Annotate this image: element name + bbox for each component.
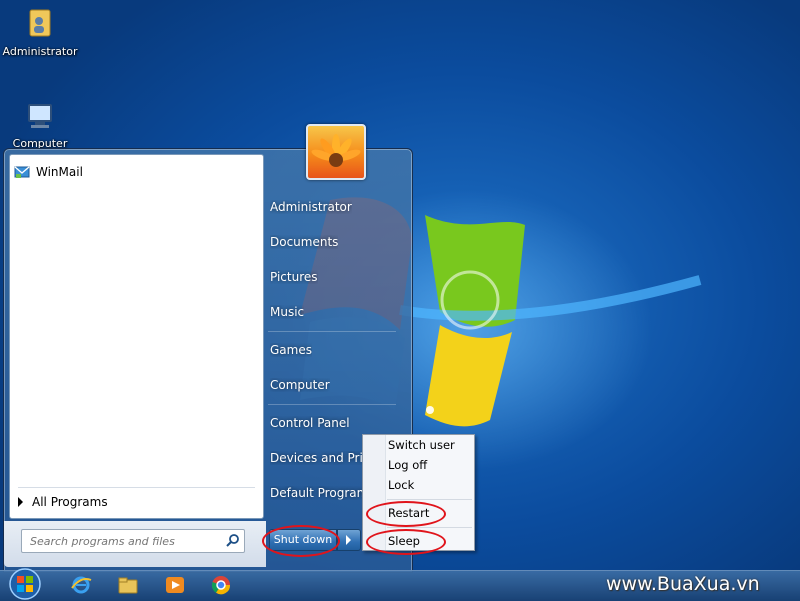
chrome-icon[interactable] [210,574,232,596]
menu-item-sleep[interactable]: Sleep [388,534,420,548]
right-item-control-panel[interactable]: Control Panel [270,416,350,430]
right-item-administrator[interactable]: Administrator [270,200,352,214]
menu-item-log-off[interactable]: Log off [388,458,427,472]
start-orb-icon[interactable] [6,567,44,601]
shutdown-options-button[interactable] [337,529,361,551]
divider [268,404,396,405]
desktop-icon-administrator[interactable]: Administrator [0,6,80,58]
search-icon[interactable] [226,533,240,547]
all-programs-label: All Programs [32,495,108,509]
all-programs-button[interactable]: All Programs [18,495,108,509]
desktop-icon-computer[interactable]: Computer [0,102,80,150]
divider [18,487,255,488]
internet-explorer-icon[interactable] [70,574,92,596]
user-picture[interactable] [306,124,366,180]
computer-icon [28,104,52,128]
menu-gutter [363,435,386,550]
search-input[interactable] [28,533,222,549]
right-item-default-programs[interactable]: Default Programs [270,486,362,500]
program-item-winmail[interactable]: WinMail [14,161,254,183]
user-folder-icon [29,9,51,37]
triangle-right-icon [18,497,23,507]
power-options-menu: Switch user Log off Lock Restart Sleep [362,434,475,551]
desktop-icon-label: Administrator [2,45,78,58]
right-item-documents[interactable]: Documents [270,235,338,249]
right-item-pictures[interactable]: Pictures [270,270,318,284]
menu-item-restart[interactable]: Restart [388,506,429,520]
divider [268,331,396,332]
media-player-icon[interactable] [164,574,186,596]
menu-item-switch-user[interactable]: Switch user [388,438,455,452]
right-item-devices-and-printers[interactable]: Devices and Printers [270,451,362,465]
right-item-games[interactable]: Games [270,343,312,357]
search-box [21,529,245,553]
menu-item-lock[interactable]: Lock [388,478,414,492]
program-label: WinMail [36,165,83,179]
shutdown-button[interactable]: Shut down [269,529,337,551]
right-item-computer[interactable]: Computer [270,378,330,392]
divider [387,499,472,500]
programs-pane: WinMail All Programs [9,154,264,519]
flower-image [311,134,361,167]
watermark: www.BuaXua.vn [606,573,760,595]
file-explorer-icon[interactable] [117,574,139,596]
divider [387,527,472,528]
winmail-icon [14,166,30,178]
search-area [4,521,266,567]
right-item-music[interactable]: Music [270,305,304,319]
